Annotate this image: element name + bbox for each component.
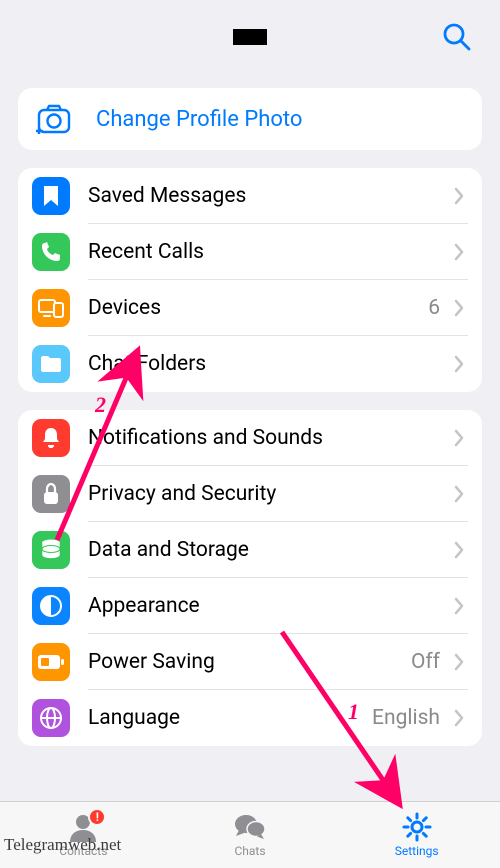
chevron-right-icon <box>454 653 464 671</box>
phone-icon <box>32 233 70 271</box>
change-profile-photo-button[interactable]: Change Profile Photo <box>18 88 482 150</box>
row-label: Appearance <box>88 594 450 618</box>
chats-icon <box>233 812 267 842</box>
row-chat-folders[interactable]: Chat Folders <box>18 336 482 392</box>
camera-plus-icon <box>36 104 72 134</box>
row-label: Language <box>88 706 372 730</box>
folder-icon <box>32 345 70 383</box>
row-label: Chat Folders <box>88 352 450 376</box>
row-label: Data and Storage <box>88 538 450 562</box>
page-title-redacted <box>233 29 267 45</box>
settings-group-1: Saved Messages Recent Calls Devices 6 <box>18 168 482 392</box>
change-photo-card: Change Profile Photo <box>18 88 482 150</box>
change-profile-photo-label: Change Profile Photo <box>96 107 302 132</box>
chevron-right-icon <box>454 355 464 373</box>
battery-icon <box>32 643 70 681</box>
contacts-badge: ! <box>88 808 106 826</box>
row-privacy[interactable]: Privacy and Security <box>18 466 482 522</box>
row-data-storage[interactable]: Data and Storage <box>18 522 482 578</box>
tab-bar: ! Contacts Chats Settings <box>0 801 500 868</box>
settings-icon <box>400 812 434 842</box>
tab-contacts[interactable]: ! Contacts <box>0 802 167 868</box>
chevron-right-icon <box>454 243 464 261</box>
database-icon <box>32 531 70 569</box>
row-label: Power Saving <box>88 650 411 674</box>
row-label: Devices <box>88 296 428 320</box>
row-value: English <box>372 706 440 730</box>
row-devices[interactable]: Devices 6 <box>18 280 482 336</box>
row-language[interactable]: Language English <box>18 690 482 746</box>
row-saved-messages[interactable]: Saved Messages <box>18 168 482 224</box>
contacts-icon: ! <box>66 812 100 842</box>
devices-icon <box>32 289 70 327</box>
chevron-right-icon <box>454 299 464 317</box>
chevron-right-icon <box>454 429 464 447</box>
search-icon <box>442 22 472 52</box>
tab-label: Settings <box>395 844 439 858</box>
tab-chats[interactable]: Chats <box>167 802 334 868</box>
chevron-right-icon <box>454 541 464 559</box>
bookmark-icon <box>32 177 70 215</box>
row-label: Privacy and Security <box>88 482 450 506</box>
chevron-right-icon <box>454 597 464 615</box>
row-value: Off <box>411 650 440 674</box>
contrast-icon <box>32 587 70 625</box>
row-recent-calls[interactable]: Recent Calls <box>18 224 482 280</box>
globe-icon <box>32 699 70 737</box>
tab-label: Contacts <box>59 844 107 858</box>
row-label: Recent Calls <box>88 240 450 264</box>
chevron-right-icon <box>454 709 464 727</box>
chevron-right-icon <box>454 187 464 205</box>
row-label: Notifications and Sounds <box>88 426 450 450</box>
row-appearance[interactable]: Appearance <box>18 578 482 634</box>
search-button[interactable] <box>442 22 472 56</box>
row-power-saving[interactable]: Power Saving Off <box>18 634 482 690</box>
row-value: 6 <box>428 296 440 320</box>
settings-group-2: Notifications and Sounds Privacy and Sec… <box>18 410 482 746</box>
tab-settings[interactable]: Settings <box>333 802 500 868</box>
header-bar <box>0 0 500 74</box>
chevron-right-icon <box>454 485 464 503</box>
lock-icon <box>32 475 70 513</box>
row-notifications[interactable]: Notifications and Sounds <box>18 410 482 466</box>
tab-label: Chats <box>234 844 265 858</box>
row-label: Saved Messages <box>88 184 450 208</box>
bell-icon <box>32 419 70 457</box>
